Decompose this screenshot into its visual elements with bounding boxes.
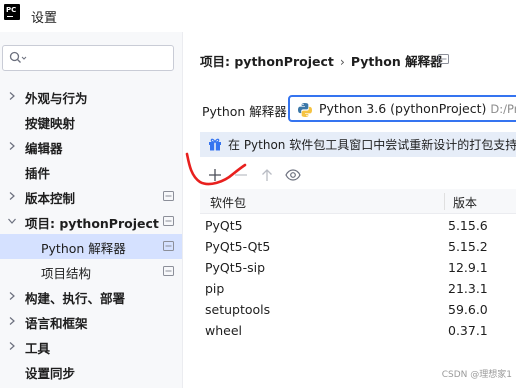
package-name: PyQt5: [205, 218, 243, 233]
watermark: CSDN @理想家1: [441, 370, 512, 380]
settings-sidebar: 外观与行为 按键映射 编辑器 插件 版本控制 项目: pythonProject…: [0, 32, 183, 388]
package-version: 5.15.2: [448, 239, 488, 254]
package-version: 0.37.1: [448, 323, 488, 338]
sidebar-item-settings-sync[interactable]: 设置同步: [0, 359, 182, 384]
show-details-button[interactable]: [282, 164, 304, 186]
sidebar-item-languages[interactable]: 语言和框架: [0, 309, 182, 334]
chevron-right-icon[interactable]: [7, 191, 17, 201]
package-version: 12.9.1: [448, 260, 488, 275]
sidebar-item-python-interpreter[interactable]: Python 解释器: [0, 234, 182, 259]
package-version: 59.6.0: [448, 302, 488, 317]
packages-toolbar: [200, 162, 516, 188]
chevron-right-icon[interactable]: [7, 341, 17, 351]
sidebar-item-label: 版本控制: [25, 191, 76, 206]
table-row[interactable]: PyQt5 5.15.6: [200, 215, 516, 236]
table-row[interactable]: wheel 0.37.1: [200, 320, 516, 341]
chevron-down-icon[interactable]: [7, 216, 17, 226]
sidebar-item-plugins[interactable]: 插件: [0, 159, 182, 184]
window-title: 设置: [31, 11, 58, 26]
python-icon: [298, 103, 312, 117]
sidebar-item-label: 外观与行为: [25, 91, 88, 106]
table-row[interactable]: PyQt5-Qt5 5.15.2: [200, 236, 516, 257]
search-icon: [9, 51, 27, 63]
sidebar-item-label: 按键映射: [25, 116, 76, 131]
packaging-hint-banner: 在 Python 软件包工具窗口中尝试重新设计的打包支持。: [200, 132, 516, 157]
interpreter-value[interactable]: Python 3.6 (pythonProject) D:/Projects: [319, 101, 516, 116]
breadcrumb-project[interactable]: 项目: pythonProject: [200, 51, 334, 70]
chevron-right-icon[interactable]: [7, 91, 17, 101]
interpreter-dropdown[interactable]: Python 3.6 (pythonProject) D:/Projects: [288, 95, 516, 122]
sidebar-item-label: 工具: [25, 341, 51, 356]
upgrade-package-button[interactable]: [256, 164, 278, 186]
pycharm-logo-icon: PC: [4, 4, 20, 20]
package-version: 5.15.6: [448, 218, 488, 233]
column-divider[interactable]: [444, 193, 445, 210]
sidebar-item-label: 设置同步: [25, 366, 76, 381]
project-level-icon: [163, 241, 174, 251]
package-name: wheel: [205, 323, 242, 338]
interpreter-path: D:/Projects: [490, 102, 516, 116]
sidebar-item-editor[interactable]: 编辑器: [0, 134, 182, 159]
table-header: 软件包 版本: [200, 189, 516, 214]
project-level-icon: [163, 266, 174, 276]
breadcrumb-separator: ›: [339, 54, 345, 69]
sidebar-item-label: 编辑器: [25, 141, 63, 156]
add-icon: [209, 169, 221, 181]
banner-text[interactable]: 在 Python 软件包工具窗口中尝试重新设计的打包支持。: [228, 136, 516, 153]
package-name: setuptools: [205, 302, 271, 317]
chevron-right-icon[interactable]: [7, 291, 17, 301]
sidebar-item-tools[interactable]: 工具: [0, 334, 182, 359]
chevron-right-icon[interactable]: [7, 316, 17, 326]
sidebar-item-project[interactable]: 项目: pythonProject: [0, 209, 182, 234]
project-level-icon: [438, 54, 449, 64]
settings-search-input[interactable]: [31, 49, 169, 67]
package-name: PyQt5-sip: [205, 260, 266, 275]
sidebar-item-appearance[interactable]: 外观与行为: [0, 84, 182, 109]
title-bar: PC 设置: [0, 0, 516, 32]
sidebar-item-label: 项目: pythonProject: [25, 216, 159, 231]
sidebar-item-label: 构建、执行、部署: [25, 291, 126, 306]
sidebar-item-project-structure[interactable]: 项目结构: [0, 259, 182, 284]
sidebar-item-version-control[interactable]: 版本控制: [0, 184, 182, 209]
column-header-package[interactable]: 软件包: [210, 194, 246, 211]
project-level-icon: [163, 191, 174, 201]
remove-icon: [235, 174, 247, 176]
table-row[interactable]: PyQt5-sip 12.9.1: [200, 257, 516, 278]
sidebar-item-label: Python 解释器: [41, 241, 126, 256]
remove-package-button[interactable]: [230, 164, 252, 186]
package-name: PyQt5-Qt5: [205, 239, 271, 254]
add-package-button[interactable]: [204, 164, 226, 186]
sidebar-item-label: 项目结构: [41, 266, 92, 281]
upgrade-icon: [262, 169, 272, 181]
settings-content: 项目: pythonProject › Python 解释器 Python 解释器:…: [184, 32, 516, 388]
sidebar-item-keymap[interactable]: 按键映射: [0, 109, 182, 134]
table-row[interactable]: pip 21.3.1: [200, 278, 516, 299]
breadcrumb-current: Python 解释器: [350, 54, 443, 69]
package-name: pip: [205, 281, 225, 296]
sidebar-item-label: 语言和框架: [25, 316, 88, 331]
project-level-icon: [163, 216, 174, 226]
interpreter-label: Python 解释器:: [202, 104, 292, 119]
show-icon: [285, 169, 301, 181]
column-header-version[interactable]: 版本: [453, 194, 477, 211]
interpreter-name: Python 3.6 (pythonProject): [319, 101, 487, 116]
table-row[interactable]: setuptools 59.6.0: [200, 299, 516, 320]
settings-search-box[interactable]: [2, 45, 174, 71]
chevron-right-icon[interactable]: [7, 141, 17, 151]
gift-icon: [209, 138, 221, 151]
breadcrumb: 项目: pythonProject › Python 解释器: [200, 51, 443, 70]
package-version: 21.3.1: [448, 281, 488, 296]
sidebar-item-label: 插件: [25, 166, 51, 181]
sidebar-item-build-execution[interactable]: 构建、执行、部署: [0, 284, 182, 309]
